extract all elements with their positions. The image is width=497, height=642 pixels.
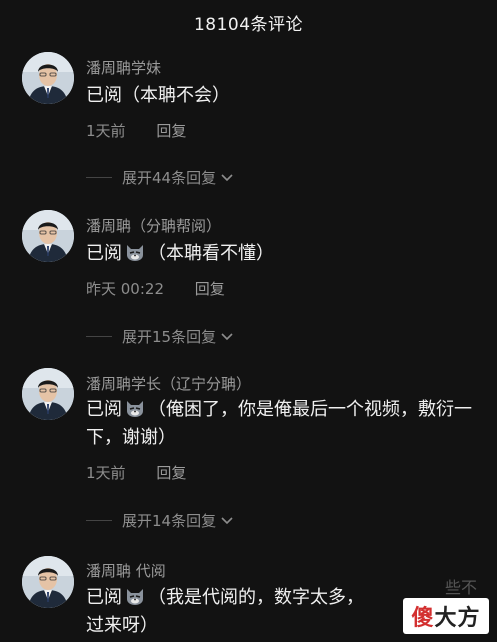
reply-button[interactable]: 回复: [156, 122, 186, 140]
comment-text: 已阅 （俺困了，你是俺最后一个视频，敷衍一下，谢谢）: [86, 397, 472, 448]
comment-meta: 1天前 回复: [86, 120, 186, 141]
reply-button[interactable]: 回复: [156, 464, 186, 482]
watermark-ghost-text: 些不: [444, 578, 477, 597]
cat-face-emoji-icon: [124, 585, 146, 607]
expand-replies-button[interactable]: 展开14条回复: [86, 510, 234, 531]
comment-username[interactable]: 潘周聃（分聃帮阅）: [86, 215, 221, 236]
expand-replies-button[interactable]: 展开44条回复: [86, 167, 234, 188]
avatar[interactable]: [22, 52, 74, 104]
chevron-down-icon: [220, 328, 234, 346]
watermark-logo: 傻大方: [403, 598, 489, 634]
comment-time: 昨天 00:22: [86, 280, 164, 298]
comment-count-title: 18104条评论: [193, 14, 304, 35]
avatar[interactable]: [22, 210, 74, 262]
comment-text: 已阅 （本聃看不懂）: [86, 241, 274, 264]
comment-text: 已阅 （我是代阅的，数字太多， 过来呀）: [86, 585, 364, 636]
comments-header: 18104条评论: [0, 0, 497, 44]
comment-time: 1天前: [86, 122, 126, 140]
comment-text: 已阅（本聃不会）: [86, 85, 230, 106]
divider-line: [86, 520, 112, 521]
cat-face-emoji-icon: [124, 397, 146, 419]
comment-meta: 1天前 回复: [86, 462, 186, 483]
comment-meta: 昨天 00:22 回复: [86, 278, 225, 299]
comment-username[interactable]: 潘周聃学妹: [86, 57, 161, 78]
expand-replies-button[interactable]: 展开15条回复: [86, 326, 234, 347]
reply-button[interactable]: 回复: [195, 280, 225, 298]
chevron-down-icon: [220, 169, 234, 187]
avatar[interactable]: [22, 368, 74, 420]
comment-username[interactable]: 潘周聃 代阅: [86, 560, 166, 581]
comment-time: 1天前: [86, 464, 126, 482]
divider-line: [86, 336, 112, 337]
comment-username[interactable]: 潘周聃学长（辽宁分聃）: [86, 373, 251, 394]
avatar[interactable]: [22, 556, 74, 608]
chevron-down-icon: [220, 512, 234, 530]
cat-face-emoji-icon: [124, 241, 146, 263]
divider-line: [86, 177, 112, 178]
